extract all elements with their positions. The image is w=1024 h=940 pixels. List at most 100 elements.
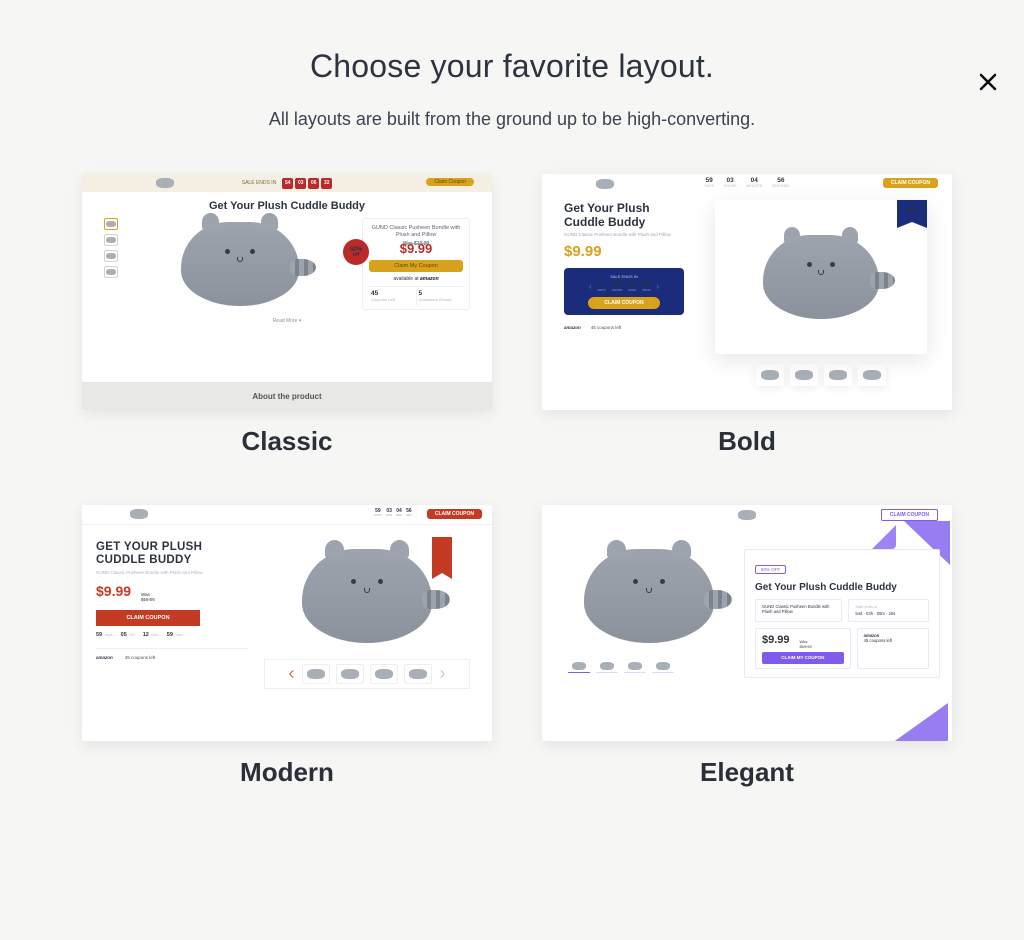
thumbnail-strip bbox=[104, 218, 118, 310]
triangle-decoration bbox=[892, 703, 948, 741]
preview-hero: GET YOUR PLUSHCUDDLE BUDDY GUND Classic … bbox=[82, 525, 492, 689]
layout-name: Elegant bbox=[700, 757, 794, 788]
claim-coupon-pill: CLAIM COUPON bbox=[883, 178, 938, 188]
close-button[interactable] bbox=[978, 72, 998, 97]
was-price: Was$19.99 bbox=[800, 639, 812, 649]
layout-grid: SALE ENDS IN 54 03 06 32 Claim Coupon Ge… bbox=[0, 130, 1024, 788]
cd-secs: 56SECONDS bbox=[772, 177, 789, 188]
claim-coupon-pill: CLAIM COUPON bbox=[427, 509, 482, 519]
meta-box: amazon 45 coupons left bbox=[857, 628, 929, 669]
cat-icon bbox=[181, 222, 299, 306]
cd-mins: 06 bbox=[308, 178, 319, 189]
price: $9.99 bbox=[564, 243, 706, 260]
cta-button: CLAIM COUPON bbox=[96, 610, 200, 626]
layout-option-modern[interactable]: 59DAYS 03HRS 04MIN 56SEC CLAIM COUPON GE… bbox=[82, 505, 492, 788]
layout-name: Classic bbox=[241, 426, 332, 457]
countdown: 59DAYS 03HRS 04MIN 56SEC bbox=[374, 509, 412, 517]
box-title: SALE ENDS IN bbox=[610, 274, 638, 279]
cat-icon bbox=[584, 549, 714, 643]
thumb bbox=[104, 234, 118, 246]
logo-icon bbox=[738, 510, 756, 520]
claim-coupon-pill: Claim Coupon bbox=[426, 178, 474, 186]
price-panel: 50%off GUND Classic Pusheen Bundle with … bbox=[362, 218, 470, 310]
price: $9.99 bbox=[96, 583, 131, 599]
preview-topbar: SALE ENDS IN 54 03 06 32 Claim Coupon bbox=[82, 174, 492, 192]
price: $9.99 bbox=[369, 241, 463, 256]
cat-icon bbox=[763, 235, 879, 319]
price-box: $9.99 Was$19.99 CLAIM MY COUPON bbox=[755, 628, 851, 669]
about-section: About the product bbox=[82, 382, 492, 410]
product-image bbox=[126, 218, 354, 310]
product-title: GUND Classic Pusheen Bundle with Plush a… bbox=[96, 570, 248, 575]
thumb bbox=[104, 266, 118, 278]
countdown-box: SALE ENDS IN ‹ 1DAYS 05HOURS 04MINS 56SE… bbox=[564, 268, 684, 315]
thumb bbox=[104, 250, 118, 262]
thumb bbox=[790, 364, 818, 386]
preview-hero: Get Your Plush Cuddle Buddy 50%off GUND … bbox=[82, 192, 492, 330]
layout-preview-modern: 59DAYS 03HRS 04MIN 56SEC CLAIM COUPON GE… bbox=[82, 505, 492, 741]
customers-served: 5Customers Served bbox=[416, 287, 464, 305]
sale-ends-box: Sale ends in 54d · 03h · 05m · 25s bbox=[848, 599, 929, 622]
next-arrow-icon bbox=[437, 670, 445, 678]
cat-icon bbox=[302, 549, 432, 643]
layout-option-classic[interactable]: SALE ENDS IN 54 03 06 32 Claim Coupon Ge… bbox=[82, 174, 492, 457]
hero-title: Get Your PlushCuddle Buddy bbox=[564, 202, 706, 230]
thumb bbox=[370, 664, 398, 684]
prev-arrow-icon bbox=[289, 670, 297, 678]
countdown: 54 03 06 32 bbox=[282, 178, 332, 189]
page-subtitle: All layouts are built from the ground up… bbox=[0, 109, 1024, 130]
product-title: GUND Classic Pusheen Bundle with Plush a… bbox=[369, 225, 463, 239]
thumb bbox=[756, 364, 784, 386]
logo-icon bbox=[596, 179, 614, 189]
product-image: 50% bbox=[715, 200, 927, 354]
logo-icon bbox=[130, 509, 148, 519]
thumb bbox=[568, 659, 590, 673]
read-more: Read More ▾ bbox=[104, 318, 470, 324]
was-price: Was$19.99 bbox=[141, 592, 155, 602]
layout-name: Bold bbox=[718, 426, 776, 457]
cta-button: Claim My Coupon bbox=[369, 260, 463, 272]
thumb bbox=[596, 659, 618, 673]
thumb bbox=[302, 664, 330, 684]
meta-row: amazon 45 coupons left bbox=[564, 325, 706, 330]
available-at: available at amazon bbox=[369, 276, 463, 282]
hero-title: GET YOUR PLUSHCUDDLE BUDDY bbox=[96, 541, 248, 566]
layout-option-bold[interactable]: 59DAYS 03HOURS 04MINUTES 56SECONDS CLAIM… bbox=[542, 174, 952, 457]
hero-title: Get Your Plush Cuddle Buddy bbox=[755, 582, 929, 593]
preview-topbar: CLAIM COUPON bbox=[542, 505, 952, 525]
page-title: Choose your favorite layout. bbox=[0, 48, 1024, 85]
layout-name: Modern bbox=[240, 757, 334, 788]
coupons-left: 45Coupons Left bbox=[369, 287, 416, 305]
layout-option-elegant[interactable]: CLAIM COUPON 50% OFF Get Your Plush Cud bbox=[542, 505, 952, 788]
cta-button: CLAIM MY COUPON bbox=[762, 652, 844, 664]
preview-hero: Get Your PlushCuddle Buddy GUND Classic … bbox=[542, 194, 952, 386]
price: $9.99 bbox=[762, 633, 790, 647]
thumb bbox=[652, 659, 674, 673]
product-title: GUND Classic Pusheen Bundle with Plush a… bbox=[564, 232, 706, 237]
preview-topbar: 59DAYS 03HRS 04MIN 56SEC CLAIM COUPON bbox=[82, 505, 492, 525]
cd-hours: 03HOURS bbox=[724, 177, 737, 188]
discount-tag: 50% OFF bbox=[755, 565, 786, 574]
cd-days: 54 bbox=[282, 178, 293, 189]
thumbnail-strip bbox=[568, 659, 736, 673]
countdown-2: 59 Days 05 Hrs 12 Mins 59 Secs bbox=[96, 632, 248, 638]
layout-preview-bold: 59DAYS 03HOURS 04MINUTES 56SECONDS CLAIM… bbox=[542, 174, 952, 410]
product-title-box: GUND Classic Pusheen Bundle with Plush a… bbox=[755, 599, 842, 622]
preview-topbar: 59DAYS 03HOURS 04MINUTES 56SECONDS CLAIM… bbox=[542, 174, 952, 194]
countdown: 59DAYS 03HOURS 04MINUTES 56SECONDS bbox=[705, 177, 790, 188]
layout-preview-classic: SALE ENDS IN 54 03 06 32 Claim Coupon Ge… bbox=[82, 174, 492, 410]
thumbnail-strip bbox=[264, 659, 470, 689]
discount-ribbon bbox=[432, 537, 452, 573]
thumb bbox=[404, 664, 432, 684]
logo-icon bbox=[156, 178, 174, 188]
thumb bbox=[336, 664, 364, 684]
cd-days: 59DAYS bbox=[705, 177, 714, 188]
thumb bbox=[104, 218, 118, 230]
info-card: 50% OFF Get Your Plush Cuddle Buddy GUND… bbox=[744, 549, 940, 678]
layout-preview-elegant: CLAIM COUPON 50% OFF Get Your Plush Cud bbox=[542, 505, 952, 741]
sale-ends-label: SALE ENDS IN bbox=[242, 180, 276, 186]
discount-badge: 50%off bbox=[343, 239, 369, 265]
cd-secs: 32 bbox=[321, 178, 332, 189]
hero-title: Get Your Plush Cuddle Buddy bbox=[104, 200, 470, 212]
stats-row: 45Coupons Left 5Customers Served bbox=[369, 286, 463, 305]
